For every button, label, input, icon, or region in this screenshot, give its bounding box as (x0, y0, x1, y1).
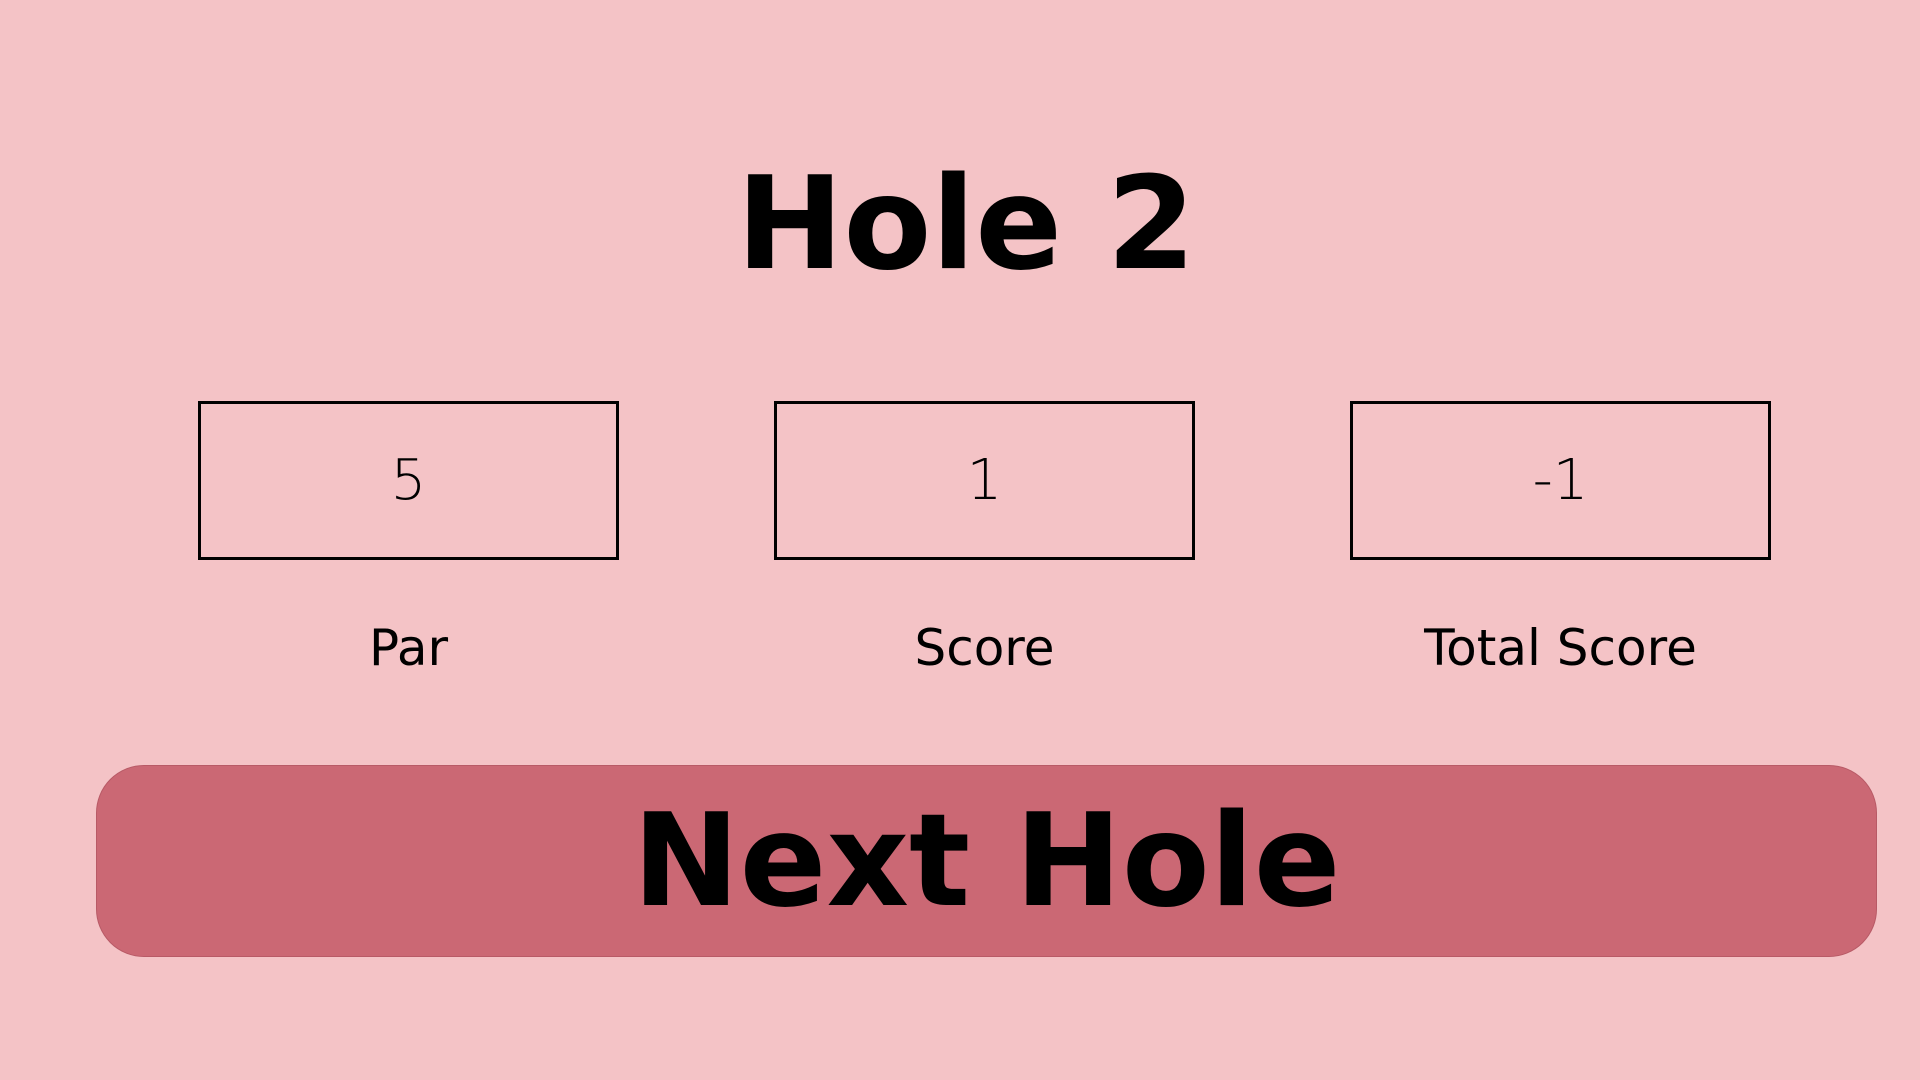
par-label: Par (368, 619, 449, 677)
score-label: Score (914, 619, 1055, 677)
par-value-box: 5 (198, 401, 619, 560)
hole-title: Hole 2 (736, 150, 1196, 299)
total-score-value: -1 (1532, 448, 1589, 513)
par-value: 5 (390, 448, 427, 513)
score-value: 1 (966, 448, 1003, 513)
next-hole-button[interactable]: Next Hole (96, 765, 1877, 957)
total-score-value-box: -1 (1350, 401, 1771, 560)
score-value-box: 1 (774, 401, 1195, 560)
total-score-label: Total Score (1424, 619, 1697, 677)
